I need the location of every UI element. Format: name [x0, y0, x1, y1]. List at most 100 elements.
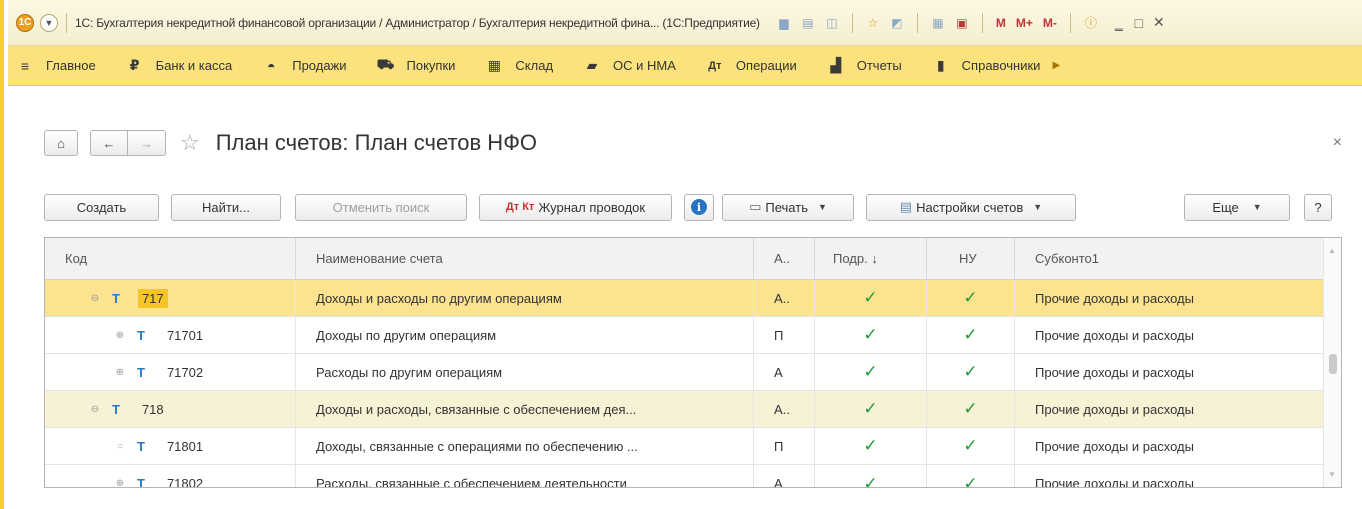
section-panel: ≡ Главное ₽ Банк и касса ◓ Продажи ⛟ Пок…	[8, 46, 1362, 86]
section-sales[interactable]: ◓ Продажи	[262, 57, 347, 75]
section-reports[interactable]: ▟ Отчеты	[827, 57, 901, 75]
column-subdivision[interactable]: Подр. ↓	[815, 238, 927, 279]
title-bar: 1С ▼ 1С: Бухгалтерия некредитной финансо…	[8, 0, 1362, 46]
section-label: ОС и НМА	[613, 58, 676, 73]
calculator-icon[interactable]: ▦	[929, 14, 947, 32]
account-type-icon: Т	[112, 290, 120, 306]
subconto1-value: Прочие доходы и расходы	[1035, 476, 1194, 488]
help-button[interactable]: ?	[1304, 193, 1332, 221]
table-row[interactable]: ⊖ Т 718 Доходы и расходы, связанные с об…	[45, 391, 1341, 428]
section-main[interactable]: ≡ Главное	[16, 57, 96, 75]
cell-subdivision: ✓	[815, 428, 927, 464]
cell-tax: ✓	[927, 465, 1015, 487]
shopping-bag-icon: ◓	[266, 57, 276, 74]
section-assets[interactable]: ▰ ОС и НМА	[583, 57, 676, 75]
cell-subdivision: ✓	[815, 391, 927, 427]
vertical-scrollbar[interactable]: ▲ ▼	[1323, 238, 1341, 487]
chevron-down-icon: ▼	[817, 202, 827, 212]
account-activity: А	[754, 354, 815, 390]
maximize-icon[interactable]: □	[1129, 15, 1149, 31]
cart-icon: ⛟	[376, 56, 395, 72]
section-label: Покупки	[406, 58, 456, 73]
account-type-icon: Т	[137, 327, 145, 343]
minimize-icon[interactable]: ‗	[1109, 15, 1129, 31]
back-button[interactable]: ←	[90, 130, 128, 156]
collapse-icon[interactable]: ⊖	[88, 293, 102, 304]
arrow-right-icon: →	[140, 135, 153, 151]
info-icon[interactable]: ⓘ	[1082, 14, 1100, 32]
table-row[interactable]: ⊖ Т 717 Доходы и расходы по другим опера…	[45, 280, 1341, 317]
table-row[interactable]: ○ Т 71801 Доходы, связанные с операциями…	[45, 428, 1341, 465]
print-button[interactable]: ▭ Печать ▼	[722, 193, 854, 221]
account-code: 71801	[166, 438, 204, 454]
warehouse-icon: ▦	[487, 57, 502, 73]
expand-icon[interactable]: ⊕	[113, 478, 127, 487]
account-settings-label: Настройки счетов	[916, 199, 1024, 215]
account-settings-button[interactable]: ▤ Настройки счетов ▼	[866, 193, 1076, 221]
memory-minus-button[interactable]: M-	[1041, 14, 1059, 32]
collapse-icon[interactable]: ⊖	[88, 404, 102, 415]
cancel-search-button[interactable]: Отменить поиск	[295, 193, 467, 221]
section-purchases[interactable]: ⛟ Покупки	[376, 56, 456, 75]
main-menu-dropdown-icon[interactable]: ▼	[40, 13, 58, 32]
section-references[interactable]: ▮ Справочники	[932, 57, 1041, 75]
account-code: 71701	[166, 327, 204, 343]
info-icon: i	[691, 199, 707, 215]
expand-icon[interactable]: ⊕	[113, 367, 127, 378]
home-button[interactable]: ⌂	[44, 130, 78, 156]
section-label: Главное	[46, 58, 96, 73]
save-icon[interactable]: ▆	[775, 14, 793, 32]
scroll-right-icon[interactable]: ▶	[1052, 60, 1060, 71]
app-logo-icon[interactable]: 1С	[16, 13, 34, 32]
table-row[interactable]: ⊕ Т 71701 Доходы по другим операциям П ✓…	[45, 317, 1341, 354]
memory-button[interactable]: M	[994, 14, 1008, 32]
column-tax[interactable]: НУ	[927, 238, 1015, 279]
preview-icon[interactable]: ◫	[823, 14, 841, 32]
section-label: Склад	[515, 58, 554, 73]
section-label: Банк и касса	[155, 58, 233, 73]
favorite-star-icon[interactable]: ☆	[180, 130, 200, 156]
cell-subdivision: ✓	[815, 354, 927, 390]
forward-button[interactable]: →	[128, 130, 166, 156]
scroll-up-icon[interactable]: ▲	[1328, 246, 1336, 255]
links-icon[interactable]: ◩	[888, 14, 906, 32]
close-form-icon[interactable]: ×	[1333, 134, 1342, 152]
chevron-down-icon: ▼	[1033, 202, 1043, 212]
close-window-icon[interactable]: ✕	[1149, 14, 1169, 31]
scroll-down-icon[interactable]: ▼	[1328, 470, 1336, 479]
account-name: Доходы и расходы, связанные с обеспечени…	[296, 391, 754, 427]
account-activity: А..	[754, 280, 815, 316]
column-code[interactable]: Код	[45, 238, 296, 279]
create-button[interactable]: Создать	[44, 193, 159, 221]
journal-button[interactable]: Дт Кт Журнал проводок	[479, 193, 672, 221]
checkmark-icon: ✓	[863, 436, 878, 455]
column-subconto1[interactable]: Субконто1	[1015, 238, 1313, 279]
hamburger-icon: ≡	[20, 57, 30, 74]
form-header: ⌂ ← → ☆ План счетов: План счетов НФО ×	[44, 128, 1342, 158]
cell-code: ⊕ Т 71702	[45, 354, 296, 390]
find-button[interactable]: Найти...	[171, 193, 281, 221]
checkmark-icon: ✓	[963, 362, 978, 381]
table-row[interactable]: ⊕ Т 71702 Расходы по другим операциям А …	[45, 354, 1341, 391]
expand-icon[interactable]: ⊕	[113, 330, 127, 341]
account-code: 71702	[166, 364, 204, 380]
checkmark-icon: ✓	[963, 399, 978, 418]
column-name[interactable]: Наименование счета	[296, 238, 754, 279]
calendar-icon[interactable]: ▣	[953, 14, 971, 32]
table-row[interactable]: ⊕ Т 71802 Расходы, связанные с обеспечен…	[45, 465, 1341, 488]
section-warehouse[interactable]: ▦ Склад	[485, 57, 553, 75]
favorites-icon[interactable]: ☆	[864, 14, 882, 32]
section-bank[interactable]: ₽ Банк и касса	[126, 57, 233, 75]
scroll-thumb[interactable]	[1329, 354, 1337, 374]
section-operations[interactable]: Дт Операции	[706, 57, 796, 75]
more-button[interactable]: Еще ▼	[1184, 193, 1290, 221]
column-a[interactable]: А..	[754, 238, 815, 279]
page-title: План счетов: План счетов НФО	[215, 130, 538, 155]
account-name: Доходы по другим операциям	[296, 317, 754, 353]
memory-plus-button[interactable]: M+	[1014, 14, 1035, 32]
accounts-table[interactable]: Код Наименование счета А.. Подр. ↓ НУ Су…	[44, 237, 1342, 488]
print-icon[interactable]: ▤	[799, 14, 817, 32]
printer-icon: ▭	[749, 199, 762, 214]
info-button[interactable]: i	[684, 193, 714, 221]
chart-icon: ▟	[830, 57, 842, 73]
